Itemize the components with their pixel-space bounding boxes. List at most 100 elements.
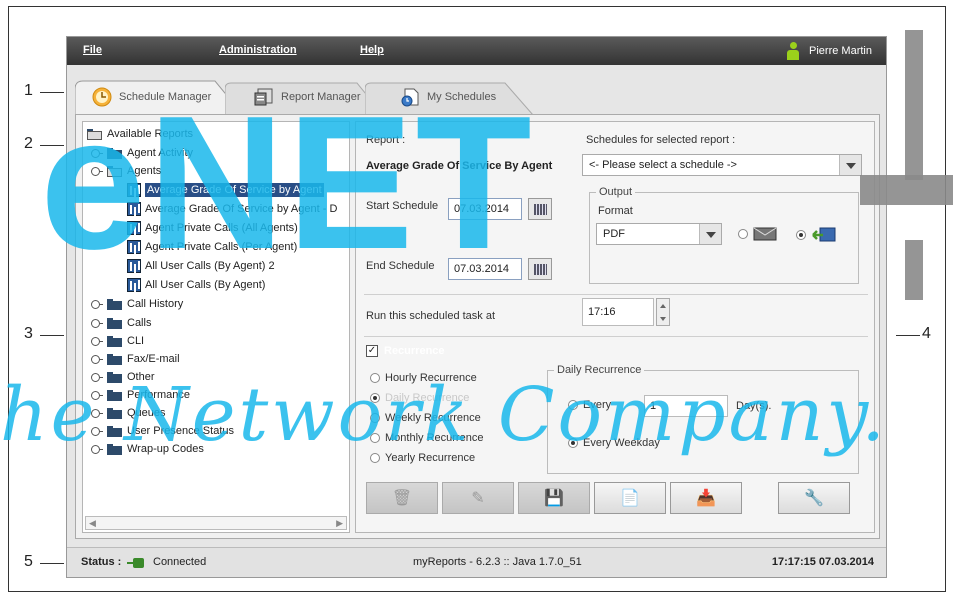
output-file-radio[interactable] [796, 227, 837, 243]
tree-folder[interactable]: Calls [91, 314, 151, 332]
callout-line-2 [40, 145, 64, 146]
hourly-recurrence-radio[interactable]: Hourly Recurrence [370, 372, 477, 384]
tree-folder-agent-activity[interactable]: Agent Activity [91, 144, 193, 162]
tree-folder[interactable]: Fax/E-mail [91, 350, 180, 368]
menu-help[interactable]: Help [360, 44, 384, 56]
radio-dot[interactable] [568, 438, 578, 448]
expand-icon[interactable] [91, 336, 103, 346]
radio-dot[interactable] [370, 453, 380, 463]
tab-report-manager[interactable]: Report Manager [225, 79, 385, 115]
run-task-label: Run this scheduled task at [366, 310, 496, 322]
run-now-button[interactable]: 📥 [670, 482, 742, 514]
daily-recurrence-title: Daily Recurrence [554, 364, 645, 376]
expand-icon[interactable] [91, 426, 103, 436]
every-days-input[interactable]: 1 [644, 395, 728, 417]
end-calendar-icon[interactable] [528, 258, 552, 280]
chevron-down-icon[interactable] [699, 224, 721, 244]
callout-2: 2 [24, 135, 33, 152]
radio-dot[interactable] [370, 393, 380, 403]
weekly-recurrence-radio[interactable]: Weekly Recurrence [370, 412, 481, 424]
report-chart-icon [127, 183, 141, 197]
tree-folder[interactable]: Call History [91, 295, 183, 313]
expand-icon[interactable] [91, 408, 103, 418]
tree-label: Average Grade Of Service by Agent - D [145, 203, 338, 215]
radio-dot[interactable] [796, 230, 806, 240]
run-time-field[interactable]: 17:16 [582, 298, 654, 326]
delete-button[interactable]: 🗑 [366, 482, 438, 514]
tree-folder[interactable]: Other [91, 368, 155, 386]
expand-icon[interactable] [91, 299, 103, 309]
tree-report-item[interactable]: Average Grade Of Service by Agent [127, 181, 324, 199]
tree-report-item[interactable]: All User Calls (By Agent) [127, 276, 265, 294]
report-chart-icon [127, 259, 141, 273]
menu-file[interactable]: File [83, 44, 102, 56]
save-button[interactable]: 💾 [518, 482, 590, 514]
schedule-select[interactable]: <- Please select a schedule -> [582, 154, 862, 176]
report-label: Report : [366, 134, 406, 146]
tree-report-item[interactable]: Average Grade Of Service by Agent - D [127, 200, 337, 218]
tree-horizontal-scrollbar[interactable]: ◀ ▶ [85, 516, 347, 530]
tree-root[interactable]: Available Reports [87, 125, 193, 143]
expand-icon[interactable] [91, 148, 103, 158]
radio-dot[interactable] [370, 413, 380, 423]
report-tree[interactable]: Available Reports Agent Activity Agents … [82, 121, 350, 533]
output-group: Output Format PDF [589, 186, 859, 284]
radio-dot[interactable] [738, 229, 748, 239]
radio-dot[interactable] [568, 400, 578, 410]
expand-icon[interactable] [91, 318, 103, 328]
radio-dot[interactable] [370, 373, 380, 383]
tree-folder-agents[interactable]: Agents [91, 162, 161, 180]
folder-icon [107, 147, 123, 159]
tree-folder[interactable]: User Presence Status [91, 422, 234, 440]
menu-administration[interactable]: Administration [219, 44, 297, 56]
radio-label: Every [583, 399, 612, 411]
tree-report-item[interactable]: All User Calls (By Agent) 2 [127, 257, 275, 275]
expand-icon[interactable] [91, 372, 103, 382]
tree-label: Queues [127, 407, 166, 419]
every-n-days-radio[interactable]: Every [568, 399, 611, 411]
start-calendar-icon[interactable] [528, 198, 552, 220]
scroll-left-arrow-icon[interactable]: ◀ [89, 518, 96, 529]
scroll-right-arrow-icon[interactable]: ▶ [336, 518, 343, 529]
new-schedule-button[interactable]: 📄 [594, 482, 666, 514]
end-date-field[interactable]: 07.03.2014 [448, 258, 522, 280]
yearly-recurrence-radio[interactable]: Yearly Recurrence [370, 452, 475, 464]
tree-report-item[interactable]: Agent Private Calls (All Agents) [127, 219, 298, 237]
tree-folder[interactable]: Queues [91, 404, 166, 422]
tree-root-label: Available Reports [107, 128, 194, 140]
tab-schedule-manager[interactable]: Schedule Manager [75, 79, 245, 115]
user-icon [787, 42, 800, 60]
edit-button[interactable]: ✎ [442, 482, 514, 514]
settings-button[interactable]: 🔧 [778, 482, 850, 514]
chevron-down-icon[interactable] [839, 155, 861, 175]
start-date-field[interactable]: 07.03.2014 [448, 198, 522, 220]
callout-1: 1 [24, 82, 33, 99]
format-select[interactable]: PDF [596, 223, 722, 245]
daily-recurrence-group: Daily Recurrence Every 1 Day(s). Every W… [547, 364, 859, 474]
user-area[interactable]: Pierre Martin [787, 42, 872, 60]
expand-icon[interactable] [91, 390, 103, 400]
separator [364, 294, 868, 295]
collapse-icon[interactable] [91, 166, 103, 176]
monthly-recurrence-radio[interactable]: Monthly Recurrence [370, 432, 483, 444]
output-email-radio[interactable] [738, 227, 777, 241]
expand-icon[interactable] [91, 444, 103, 454]
tree-report-item[interactable]: Agent Private Calls (Per Agent) [127, 238, 297, 256]
tree-label: Other [127, 371, 155, 383]
recurrence-checkbox[interactable]: ✓ [366, 345, 378, 357]
every-weekday-radio[interactable]: Every Weekday [568, 437, 660, 449]
radio-dot[interactable] [370, 433, 380, 443]
tree-folder[interactable]: Performance [91, 386, 190, 404]
trash-icon: 🗑 [391, 490, 413, 507]
expand-icon[interactable] [91, 354, 103, 364]
daily-recurrence-radio[interactable]: Daily Recurrence [370, 392, 469, 404]
time-spinner[interactable] [656, 298, 670, 326]
status-value: Connected [153, 556, 207, 568]
tree-label: Calls [127, 317, 152, 329]
tab-report-manager-label: Report Manager [281, 91, 361, 103]
tree-folder[interactable]: Wrap-up Codes [91, 440, 204, 458]
status-label: Status : [81, 556, 122, 568]
schedule-details-panel: Report : Average Grade Of Service By Age… [355, 121, 875, 533]
tab-my-schedules[interactable]: My Schedules [365, 79, 535, 115]
tree-folder[interactable]: CLI [91, 332, 144, 350]
